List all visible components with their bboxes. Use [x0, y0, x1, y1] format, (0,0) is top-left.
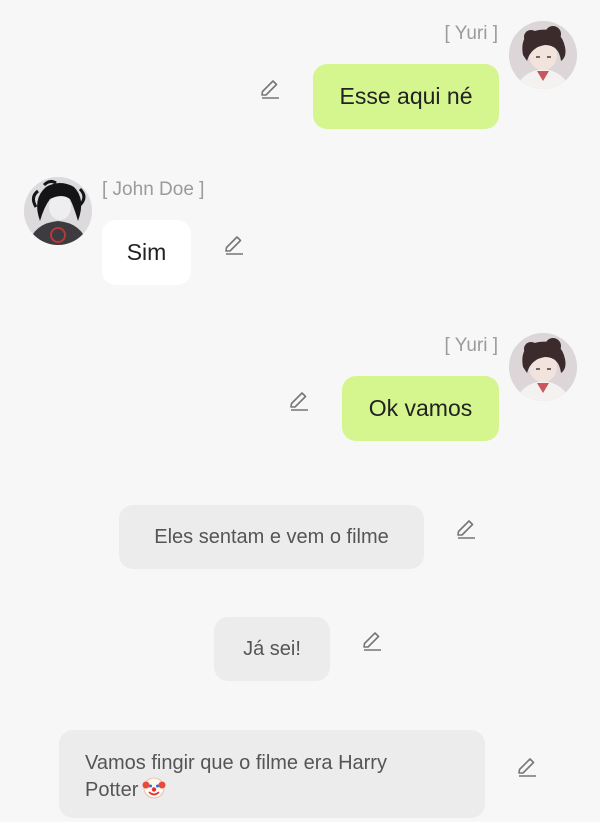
edit-message-button[interactable] — [360, 629, 384, 653]
sender-name-john-doe: [ John Doe ] — [102, 179, 205, 200]
narration-text: Eles sentam e vem o filme — [154, 525, 389, 548]
pencil-edit-icon — [457, 520, 475, 539]
sender-name-yuri: [ Yuri ] — [444, 335, 498, 356]
pencil-edit-icon — [290, 392, 308, 411]
message-bubble-user[interactable]: Esse aqui né — [313, 64, 499, 129]
message-bubble-character[interactable]: Sim — [102, 220, 191, 285]
message-text: Sim — [126, 239, 167, 265]
message-text: Esse aqui né — [339, 83, 473, 109]
yuri-avatar[interactable] — [509, 21, 577, 89]
edit-message-button[interactable] — [454, 517, 478, 541]
edit-message-button[interactable] — [258, 77, 282, 101]
edit-message-button[interactable] — [515, 755, 539, 779]
yuri-avatar[interactable] — [509, 333, 577, 401]
sender-name-yuri: [ Yuri ] — [444, 23, 498, 44]
pencil-edit-icon — [363, 632, 381, 651]
pencil-edit-icon — [518, 758, 536, 777]
narration-bubble[interactable]: Vamos fingir que o filme era Harry Potte… — [59, 730, 485, 818]
pencil-edit-icon — [261, 80, 279, 99]
narration-bubble[interactable]: Já sei! — [214, 617, 330, 681]
narration-bubble[interactable]: Eles sentam e vem o filme — [119, 505, 424, 569]
pencil-edit-icon — [225, 236, 243, 255]
narration-text: Já sei! — [243, 637, 301, 660]
clown-face-icon — [142, 777, 166, 799]
message-bubble-user[interactable]: Ok vamos — [342, 376, 499, 441]
narration-text: Vamos fingir que o filme era Harry Potte… — [85, 752, 387, 801]
edit-message-button[interactable] — [287, 389, 311, 413]
edit-message-button[interactable] — [222, 233, 246, 257]
message-text: Ok vamos — [368, 395, 473, 421]
john-doe-avatar[interactable] — [24, 177, 92, 245]
